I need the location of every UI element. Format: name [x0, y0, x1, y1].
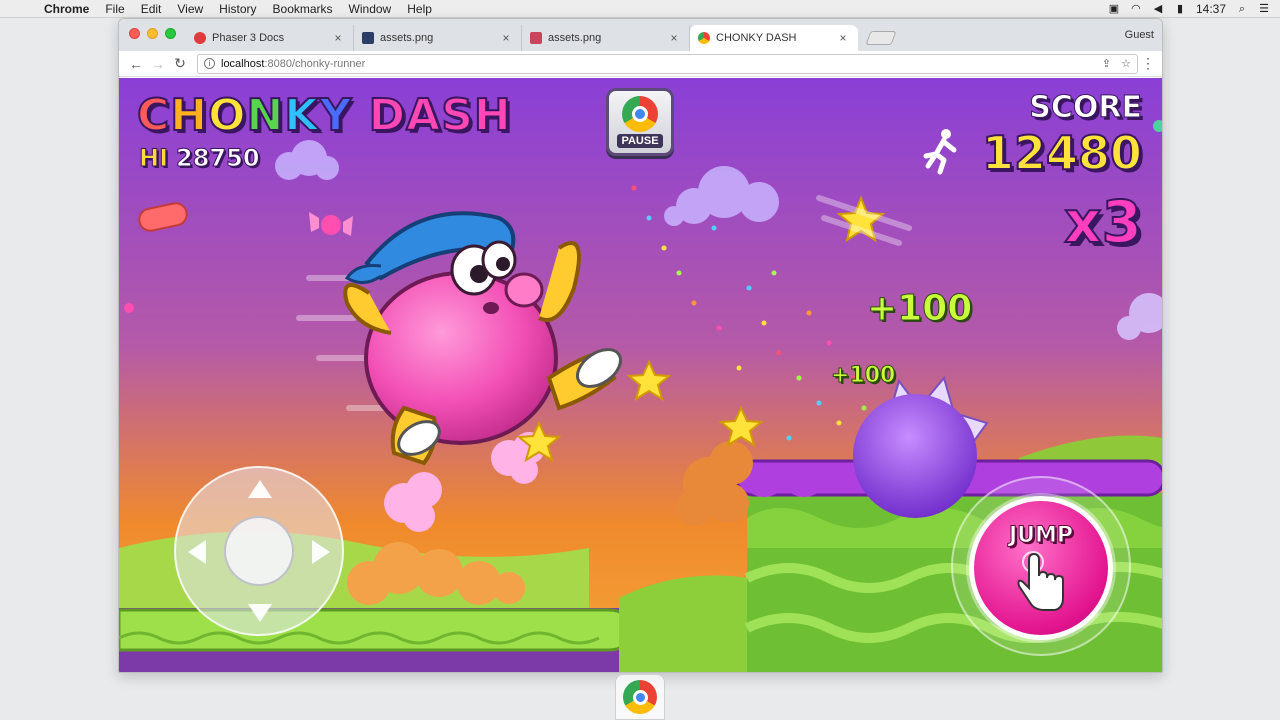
image-favicon-icon [362, 32, 374, 44]
close-window-button[interactable] [129, 28, 140, 39]
menu-bar-status-area: ▣ ◠ ◀ ▮ 14:37 ⌕ ☰ [1108, 2, 1280, 16]
jump-button[interactable]: JUMP [969, 496, 1113, 640]
menu-help[interactable]: Help [399, 2, 440, 16]
menu-file[interactable]: File [97, 2, 132, 16]
joystick-left-arrow-icon[interactable] [188, 540, 206, 564]
tab-assets-1[interactable]: assets.png × [354, 25, 522, 51]
pause-label: PAUSE [617, 134, 663, 148]
bonus-popup: +100 [866, 288, 973, 330]
title-word: DASH [352, 89, 512, 142]
tab-assets-2[interactable]: assets.png × [522, 25, 690, 51]
dock-chrome-app[interactable] [615, 674, 665, 720]
high-score-label: HI [138, 144, 169, 173]
menu-bookmarks[interactable]: Bookmarks [265, 2, 341, 16]
browser-window: Phaser 3 Docs × assets.png × assets.png … [118, 18, 1163, 673]
site-info-icon[interactable]: i [204, 58, 215, 69]
title-letter: K [283, 89, 320, 142]
bonus-popup: +100 [830, 363, 896, 389]
candy-bit [124, 303, 134, 313]
bookmark-star-icon[interactable]: ☆ [1121, 57, 1131, 70]
score-label: SCORE [1029, 90, 1143, 126]
tab-chonky-dash[interactable]: CHONKY DASH × [690, 25, 858, 51]
reload-icon[interactable]: ↻ [169, 55, 191, 72]
title-letter: O [207, 89, 247, 142]
tab-close-icon[interactable]: × [331, 31, 345, 45]
menu-app-name[interactable]: Chrome [36, 2, 97, 16]
joystick-down-arrow-icon[interactable] [248, 604, 272, 622]
chrome-logo-icon [622, 96, 658, 132]
tab-close-icon[interactable]: × [499, 31, 513, 45]
image-favicon-icon [530, 32, 542, 44]
tab-close-icon[interactable]: × [836, 31, 850, 45]
tab-strip: Phaser 3 Docs × assets.png × assets.png … [119, 19, 1162, 51]
score-multiplier: x3 [1063, 187, 1143, 257]
title-letter: H [169, 89, 209, 142]
menu-history[interactable]: History [211, 2, 264, 16]
profile-button[interactable]: Guest [1125, 29, 1162, 51]
share-icon[interactable]: ⇪ [1102, 57, 1111, 70]
menu-view[interactable]: View [169, 2, 211, 16]
battery-icon[interactable]: ▮ [1174, 3, 1186, 15]
back-arrow-icon[interactable]: ← [125, 56, 147, 72]
volume-icon[interactable]: ◀ [1152, 3, 1164, 15]
url-host: localhost [221, 57, 265, 70]
tab-close-icon[interactable]: × [667, 31, 681, 45]
title-letter: N [246, 89, 285, 142]
spotlight-search-icon[interactable]: ⌕ [1236, 3, 1248, 15]
jump-label: JUMP [1008, 523, 1074, 549]
macos-menu-bar: Chrome File Edit View History Bookmarks … [0, 0, 1280, 18]
joystick-right-arrow-icon[interactable] [312, 540, 330, 564]
title-letter: C [136, 89, 171, 142]
browser-menu-icon[interactable]: ⋮ [1138, 55, 1158, 72]
tab-phaser-docs[interactable]: Phaser 3 Docs × [186, 25, 354, 51]
wifi-icon[interactable]: ◠ [1130, 3, 1142, 15]
minimize-window-button[interactable] [147, 28, 158, 39]
browser-toolbar: ← → ↻ i localhost :8080/chonky-runner ⇪ … [119, 51, 1162, 77]
menu-edit[interactable]: Edit [133, 2, 170, 16]
forward-arrow-icon[interactable]: → [147, 56, 169, 72]
zoom-window-button[interactable] [165, 28, 176, 39]
address-bar[interactable]: i localhost :8080/chonky-runner ⇪ ☆ [197, 53, 1138, 74]
display-icon[interactable]: ▣ [1108, 3, 1120, 15]
game-canvas[interactable]: CHONKY DASH HI 28750 PAUSE SCORE 12480 x3… [119, 78, 1162, 672]
tab-label: CHONKY DASH [716, 32, 797, 44]
game-title: CHONKY DASH [136, 89, 512, 142]
grass-slope [619, 575, 749, 672]
window-controls [119, 28, 186, 51]
chrome-logo-icon [623, 680, 657, 714]
tab-label: assets.png [548, 32, 602, 44]
menu-bar-clock[interactable]: 14:37 [1196, 2, 1226, 16]
chrome-favicon-icon [698, 32, 710, 44]
tab-label: assets.png [380, 32, 434, 44]
menu-window[interactable]: Window [341, 2, 400, 16]
tab-label: Phaser 3 Docs [212, 32, 285, 44]
high-score-value: 28750 [176, 144, 260, 173]
score-value: 12480 [981, 125, 1143, 181]
pinterest-favicon-icon [194, 32, 206, 44]
new-tab-button[interactable] [865, 31, 897, 45]
virtual-joystick[interactable] [174, 466, 344, 636]
grass-platform-left [119, 608, 631, 652]
running-man-icon [923, 129, 957, 175]
joystick-up-arrow-icon[interactable] [248, 480, 272, 498]
high-score: HI 28750 [138, 144, 260, 173]
url-path: :8080/chonky-runner [264, 57, 366, 70]
control-center-icon[interactable]: ☰ [1258, 3, 1270, 15]
joystick-knob[interactable] [224, 516, 294, 586]
address-bar-actions: ⇪ ☆ [1102, 57, 1131, 70]
title-letter: Y [318, 89, 353, 142]
pause-button[interactable]: PAUSE [606, 88, 674, 156]
tap-hand-icon [1017, 551, 1064, 611]
